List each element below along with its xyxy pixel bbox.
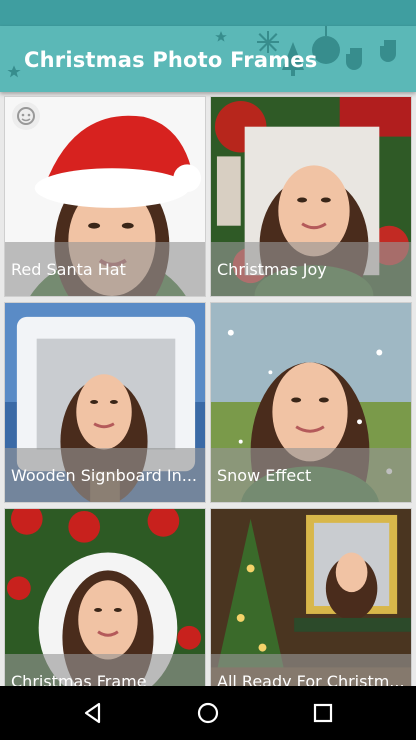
frame-tile-all-ready-for-christmas[interactable]: All Ready For Christm... — [210, 508, 412, 686]
app-bar: Christmas Photo Frames — [0, 26, 416, 92]
frame-tile-christmas-frame[interactable]: Christmas Frame — [4, 508, 206, 686]
frame-tile-wooden-signboard[interactable]: Wooden Signboard In... — [4, 302, 206, 503]
back-triangle-icon[interactable] — [78, 698, 108, 728]
navigation-bar — [0, 686, 416, 740]
frame-label: Snow Effect — [211, 448, 411, 502]
home-circle-icon[interactable] — [193, 698, 223, 728]
star-decoration-icon — [215, 31, 227, 42]
frame-label: All Ready For Christm... — [211, 654, 411, 686]
frame-label: Christmas Joy — [211, 242, 411, 296]
mitten-decoration-icon — [380, 40, 396, 62]
frame-tile-christmas-joy[interactable]: Christmas Joy — [210, 96, 412, 297]
app-title: Christmas Photo Frames — [24, 48, 318, 72]
frame-tile-snow-effect[interactable]: Snow Effect — [210, 302, 412, 503]
frame-label: Red Santa Hat — [5, 242, 205, 296]
mitten-decoration-icon — [346, 48, 362, 70]
frame-grid[interactable]: Red Santa Hat Christmas Joy Wooden Signb… — [0, 94, 416, 686]
star-decoration-icon — [7, 65, 21, 78]
status-bar — [0, 0, 416, 26]
frame-label: Wooden Signboard In... — [5, 448, 205, 502]
recents-square-icon[interactable] — [308, 698, 338, 728]
frame-label: Christmas Frame — [5, 654, 205, 686]
frame-tile-red-santa-hat[interactable]: Red Santa Hat — [4, 96, 206, 297]
face-badge-icon — [12, 102, 40, 130]
